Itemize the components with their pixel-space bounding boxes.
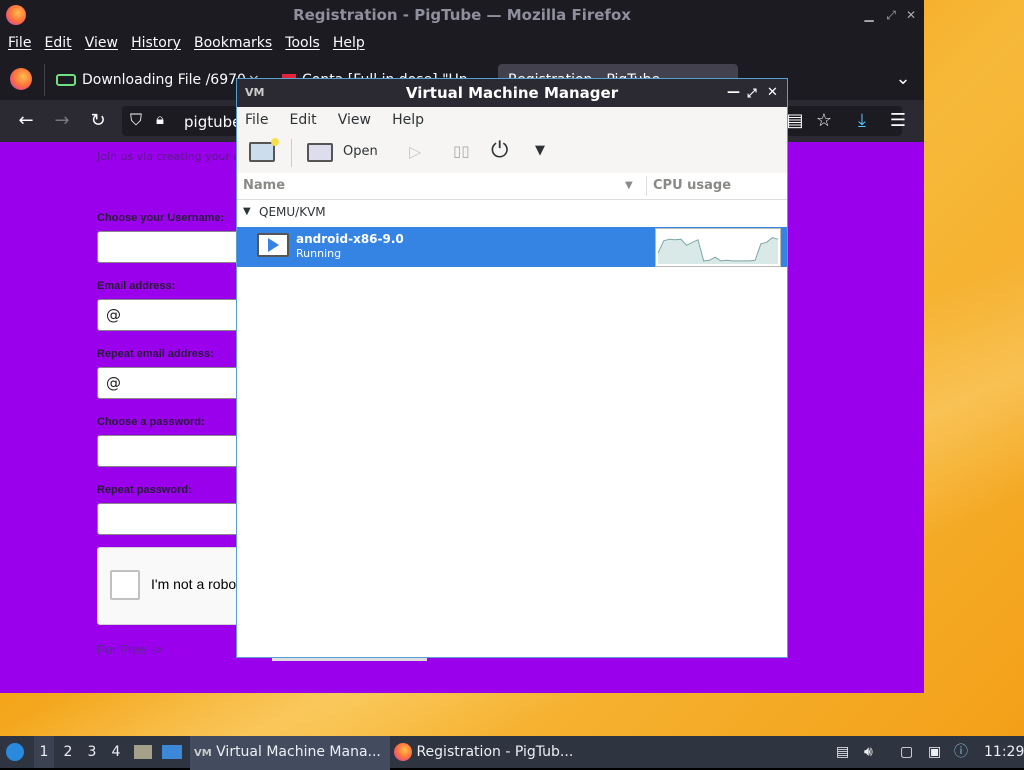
- notes-icon[interactable]: ▢: [900, 736, 913, 768]
- free-link[interactable]: For Free ->: [97, 642, 162, 657]
- connection-name: QEMU/KVM: [259, 205, 326, 219]
- window-title: Registration - PigTube — Mozilla Firefox: [293, 6, 631, 24]
- vmm-menu-help[interactable]: Help: [392, 107, 424, 133]
- start-menu-icon[interactable]: [6, 736, 26, 768]
- list-tabs-icon[interactable]: ⌄: [892, 68, 914, 90]
- menu-help[interactable]: Help: [333, 30, 365, 56]
- tab-label: Downloading File /6970: [82, 72, 246, 88]
- email-label: Email address:: [97, 280, 176, 292]
- close-icon[interactable]: ✕: [904, 8, 918, 22]
- vmm-toolbar: Open ▷ ▯▯ ⏻ ▼: [237, 133, 787, 174]
- shield-icon[interactable]: ⛉: [130, 110, 142, 130]
- repeat-password-label: Repeat password:: [97, 484, 192, 496]
- connection-group-row[interactable]: ▼ QEMU/KVM: [237, 199, 787, 227]
- restore-icon[interactable]: ⤢: [884, 8, 898, 22]
- clock[interactable]: 11:29: [984, 736, 1024, 768]
- new-vm-icon[interactable]: [249, 138, 279, 162]
- sort-dropdown-icon[interactable]: ▼: [625, 173, 633, 199]
- repeat-email-field[interactable]: @: [97, 367, 259, 399]
- vm-status: Running: [296, 247, 342, 260]
- firefox-task-icon: [394, 743, 412, 761]
- name-column-header[interactable]: Name: [243, 173, 285, 199]
- cpu-column-header[interactable]: CPU usage: [653, 173, 731, 199]
- open-console-icon[interactable]: [307, 143, 333, 162]
- menu-file[interactable]: File: [8, 30, 31, 56]
- clipboard-icon[interactable]: ▤: [836, 736, 849, 768]
- vmm-menu-edit[interactable]: Edit: [290, 107, 317, 133]
- vmm-menubar: File Edit View Help: [237, 107, 787, 133]
- file-manager-icon[interactable]: [134, 736, 152, 768]
- lock-icon[interactable]: 🔒︎: [156, 110, 164, 128]
- cpu-area: [658, 237, 778, 264]
- cpu-usage-graph: [655, 228, 781, 267]
- back-icon[interactable]: ←: [15, 110, 37, 132]
- workspace-3[interactable]: 3: [82, 736, 102, 768]
- run-icon[interactable]: ▷: [409, 142, 421, 161]
- vm-name: android-x86-9.0: [296, 232, 404, 246]
- downloads-icon[interactable]: ⤓: [851, 110, 873, 132]
- repeat-email-label: Repeat email address:: [97, 348, 214, 360]
- tab-downloading[interactable]: Downloading File /6970: [56, 64, 266, 96]
- power-icon[interactable]: ⏻: [491, 138, 508, 163]
- field-value: @: [106, 374, 121, 392]
- forward-icon[interactable]: →: [51, 110, 73, 132]
- app-menu-icon[interactable]: ☰: [887, 110, 909, 132]
- shutdown-dropdown-icon[interactable]: ▼: [535, 143, 545, 158]
- task-vmm[interactable]: VM Virtual Machine Mana...: [190, 736, 390, 770]
- firefox-menubar: File Edit View History Bookmarks Tools H…: [0, 30, 924, 56]
- menu-edit[interactable]: Edit: [45, 30, 72, 56]
- vmm-app-icon: VM: [245, 86, 265, 99]
- vmm-titlebar: VM Virtual Machine Manager — ⤢ ✕: [237, 79, 787, 107]
- expander-icon[interactable]: ▼: [243, 206, 251, 217]
- vm-row[interactable]: android-x86-9.0 Running: [237, 227, 787, 267]
- password-field[interactable]: [97, 435, 259, 467]
- bookmark-star-icon[interactable]: ☆: [813, 110, 835, 132]
- vmm-window: VM Virtual Machine Manager — ⤢ ✕ File Ed…: [236, 78, 788, 658]
- reload-icon[interactable]: ↻: [87, 110, 109, 132]
- captcha-checkbox[interactable]: [110, 570, 140, 600]
- vmm-task-icon: VM: [194, 748, 212, 759]
- username-label: Choose your Username:: [97, 212, 225, 224]
- update-notifier-icon[interactable]: ⓘ: [954, 736, 968, 768]
- vmm-title-text: Virtual Machine Manager: [405, 84, 619, 102]
- repeat-password-field[interactable]: [97, 503, 259, 535]
- task-firefox[interactable]: Registration - PigTub...: [394, 736, 584, 768]
- open-button[interactable]: Open: [343, 144, 378, 159]
- vm-running-icon: [257, 233, 289, 257]
- download-tab-icon: [56, 74, 76, 86]
- captcha-label: I'm not a robo: [151, 576, 237, 592]
- task-label: Registration - PigTub...: [416, 744, 574, 760]
- desktop-icon[interactable]: [162, 736, 182, 768]
- vmm-menu-file[interactable]: File: [245, 107, 268, 133]
- close-icon[interactable]: ✕: [767, 79, 778, 107]
- menu-bookmarks[interactable]: Bookmarks: [194, 30, 272, 56]
- menu-history[interactable]: History: [131, 30, 181, 56]
- menu-tools[interactable]: Tools: [285, 30, 320, 56]
- pause-icon[interactable]: ▯▯: [453, 142, 470, 160]
- firefox-view-icon[interactable]: [10, 68, 32, 90]
- taskbar: 1 2 3 4 VM Virtual Machine Mana... Regis…: [0, 736, 1024, 770]
- email-field[interactable]: @: [97, 299, 259, 331]
- maximize-icon[interactable]: ⤢: [747, 79, 757, 107]
- username-field[interactable]: [97, 231, 259, 263]
- network-icon[interactable]: ▣: [928, 736, 941, 768]
- minimize-icon[interactable]: —: [727, 79, 740, 107]
- menu-view[interactable]: View: [85, 30, 118, 56]
- workspace-4[interactable]: 4: [106, 736, 126, 768]
- task-label: Virtual Machine Mana...: [216, 744, 381, 760]
- workspace-2[interactable]: 2: [58, 736, 78, 768]
- password-label: Choose a password:: [97, 416, 205, 428]
- volume-icon[interactable]: 🔊︎: [864, 736, 873, 768]
- vmm-menu-view[interactable]: View: [338, 107, 371, 133]
- field-value: @: [106, 306, 121, 324]
- minimize-icon[interactable]: ▁: [862, 8, 876, 22]
- cpu-sparkline: [657, 237, 779, 264]
- workspace-1[interactable]: 1: [34, 736, 54, 768]
- vm-list-header: Name ▼ CPU usage: [237, 173, 787, 200]
